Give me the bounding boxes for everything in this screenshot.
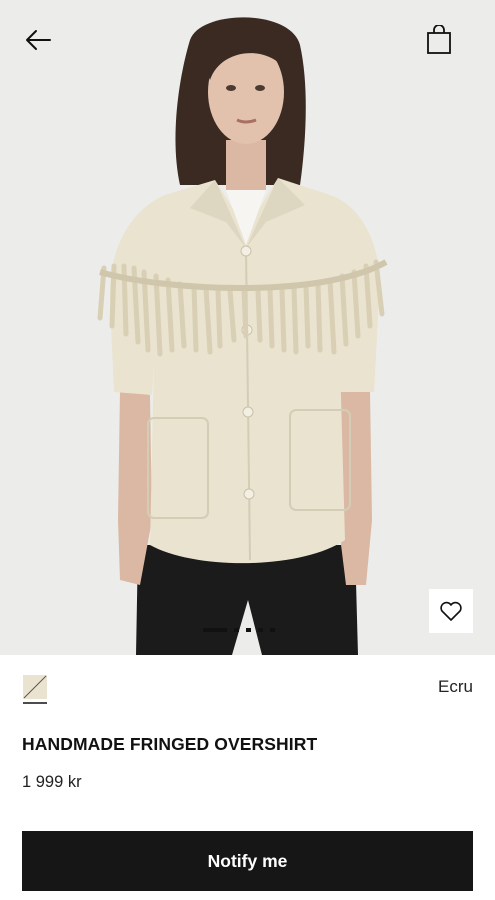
pagination-dot[interactable] (258, 628, 263, 632)
pagination-dot[interactable] (234, 628, 239, 632)
pagination-dot[interactable] (270, 628, 275, 632)
pagination-dot-active[interactable] (203, 628, 227, 632)
product-price: 1 999 kr (22, 773, 82, 791)
back-button[interactable] (20, 22, 56, 58)
shopping-bag-icon (427, 25, 451, 54)
notify-me-button[interactable]: Notify me (22, 831, 473, 891)
color-swatch-icon (23, 675, 47, 704)
product-title: HANDMADE FRINGED OVERSHIRT (22, 734, 318, 754)
gallery-pagination (203, 627, 275, 633)
product-image-gallery[interactable] (0, 0, 495, 655)
heart-icon (440, 601, 462, 621)
shopping-bag-button[interactable] (421, 22, 457, 58)
color-name: Ecru (438, 677, 473, 696)
color-swatch-button[interactable] (22, 674, 48, 704)
pagination-dot[interactable] (246, 628, 251, 632)
arrow-left-icon (26, 30, 51, 50)
favorite-button[interactable] (429, 589, 473, 633)
product-photo (0, 0, 495, 655)
